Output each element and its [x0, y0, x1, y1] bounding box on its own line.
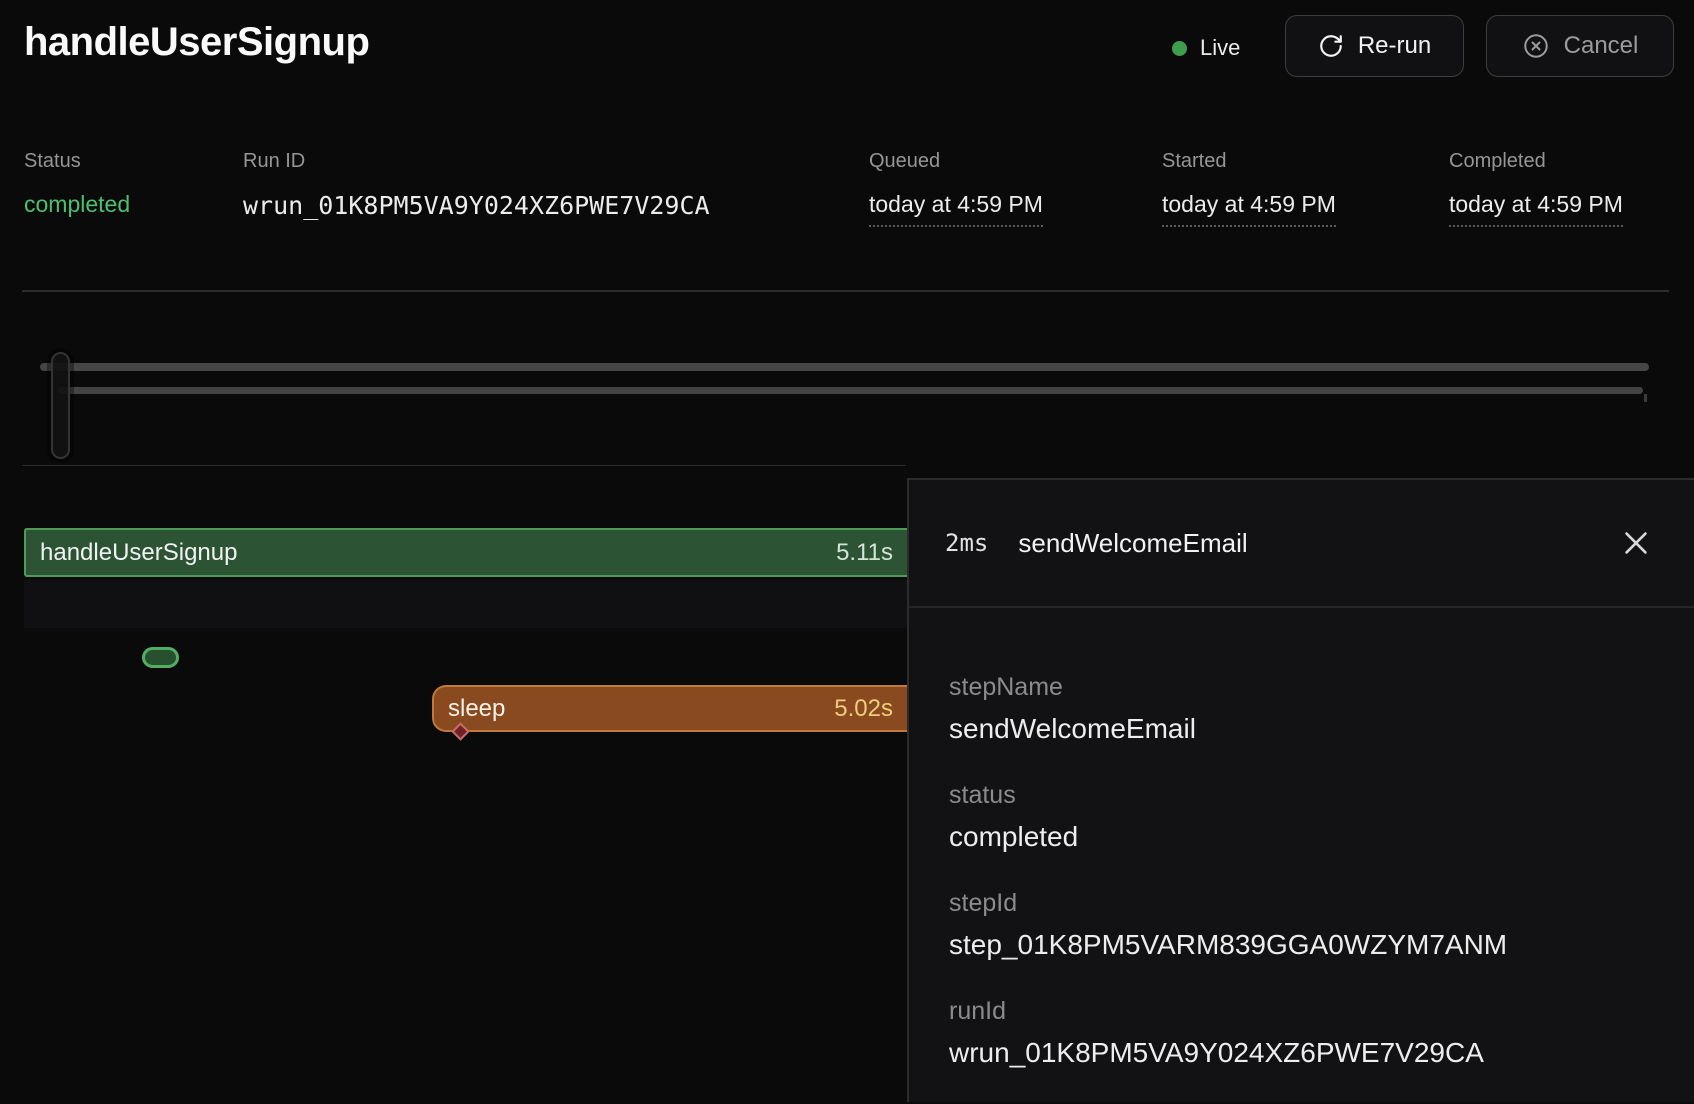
- step-detail-header: 2ms sendWelcomeEmail: [909, 480, 1694, 608]
- field-value: sendWelcomeEmail: [949, 712, 1658, 746]
- cancel-label: Cancel: [1564, 32, 1639, 60]
- minimap-scrubber-handle[interactable]: [51, 352, 70, 459]
- minimap-sleep-bar[interactable]: [58, 387, 1643, 394]
- field-value: completed: [949, 820, 1658, 854]
- status-value: completed: [24, 191, 130, 218]
- run-id-value: wrun_01K8PM5VA9Y024XZ6PWE7V29CA: [243, 191, 710, 220]
- field-value: wrun_01K8PM5VA9Y024XZ6PWE7V29CA: [949, 1036, 1658, 1070]
- trace-span-step-pill[interactable]: [142, 647, 179, 668]
- span-sleep-name: sleep: [448, 695, 505, 723]
- queued-value[interactable]: today at 4:59 PM: [869, 191, 1043, 227]
- minimap-step-tick: [1644, 394, 1647, 402]
- minimap-divider: [22, 465, 906, 466]
- trace-span-sleep[interactable]: sleep 5.02s: [432, 685, 907, 732]
- status-label: Status: [24, 150, 81, 173]
- field-label: runId: [949, 996, 1658, 1026]
- field-label: stepId: [949, 888, 1658, 918]
- cancel-circle-x-icon: [1522, 32, 1550, 60]
- field-step-id: stepId step_01K8PM5VARM839GGA0WZYM7ANM: [949, 888, 1658, 962]
- field-run-id: runId wrun_01K8PM5VA9Y024XZ6PWE7V29CA: [949, 996, 1658, 1070]
- span-run-duration: 5.11s: [836, 539, 893, 567]
- run-id-label: Run ID: [243, 150, 305, 173]
- queued-label: Queued: [869, 150, 940, 173]
- completed-value[interactable]: today at 4:59 PM: [1449, 191, 1623, 227]
- started-value[interactable]: today at 4:59 PM: [1162, 191, 1336, 227]
- step-detail-title: sendWelcomeEmail: [1018, 528, 1247, 559]
- live-indicator: Live: [1172, 33, 1240, 63]
- rerun-button[interactable]: Re-run: [1285, 15, 1464, 77]
- rerun-label: Re-run: [1358, 32, 1431, 60]
- close-icon: [1623, 530, 1649, 556]
- step-detail-panel: 2ms sendWelcomeEmail stepName sendWelcom…: [907, 478, 1694, 1102]
- close-panel-button[interactable]: [1614, 521, 1658, 565]
- cancel-button[interactable]: Cancel: [1486, 15, 1674, 77]
- started-label: Started: [1162, 150, 1226, 173]
- field-value: step_01K8PM5VARM839GGA0WZYM7ANM: [949, 928, 1658, 962]
- span-sleep-duration: 5.02s: [834, 695, 893, 723]
- step-duration-badge: 2ms: [945, 529, 988, 557]
- refresh-icon: [1318, 33, 1344, 59]
- minimap-run-bar[interactable]: [40, 363, 1649, 371]
- step-detail-fields: stepName sendWelcomeEmail status complet…: [949, 672, 1658, 1104]
- header-divider: [22, 290, 1669, 292]
- field-status: status completed: [949, 780, 1658, 854]
- field-step-name: stepName sendWelcomeEmail: [949, 672, 1658, 746]
- trace-span-run[interactable]: handleUserSignup 5.11s: [24, 528, 907, 577]
- field-label: stepName: [949, 672, 1658, 702]
- field-label: status: [949, 780, 1658, 810]
- live-label: Live: [1200, 35, 1240, 61]
- completed-label: Completed: [1449, 150, 1546, 173]
- span-run-name: handleUserSignup: [40, 539, 237, 567]
- trace-row-stripe: [24, 579, 907, 628]
- page-title: handleUserSignup: [24, 20, 369, 65]
- live-dot-icon: [1172, 41, 1187, 56]
